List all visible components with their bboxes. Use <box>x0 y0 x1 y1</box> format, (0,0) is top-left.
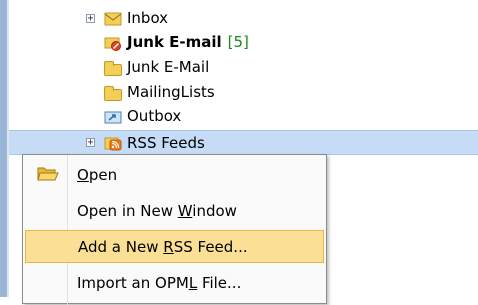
folder-icon <box>104 61 122 76</box>
access-key: O <box>77 165 89 184</box>
inbox-folder-icon <box>104 11 122 27</box>
label-text: SS Feed... <box>173 237 248 256</box>
folder-item-junk-email-2[interactable]: Junk E-Mail <box>0 55 478 80</box>
menu-item-label: Open in New Window <box>77 202 237 220</box>
folder-item-mailinglists[interactable]: MailingLists <box>0 80 478 105</box>
folder-label: Inbox <box>127 9 169 27</box>
expand-icon[interactable]: + <box>86 14 95 24</box>
menu-item-add-rss-feed[interactable]: Add a New RSS Feed... <box>25 230 324 263</box>
access-key: L <box>188 273 198 292</box>
label-text: pen <box>88 165 118 184</box>
folder-label: RSS Feeds <box>127 134 205 152</box>
folder-item-junk-email[interactable]: Junk E-mail [5] <box>0 30 478 55</box>
label-text: File... <box>197 273 242 292</box>
folder-icon <box>104 86 122 101</box>
menu-item-label: Open <box>77 166 117 184</box>
menu-item-open-new-window[interactable]: Open in New Window <box>25 194 324 227</box>
folder-label: Junk E-mail [5] <box>127 33 249 51</box>
junk-email-folder-icon <box>104 35 122 51</box>
menu-item-label: Import an OPML File... <box>77 274 241 292</box>
menu-item-import-opml[interactable]: Import an OPML File... <box>25 266 324 299</box>
open-folder-icon <box>37 164 59 184</box>
folder-item-inbox[interactable]: + Inbox <box>0 6 478 31</box>
expand-icon[interactable]: + <box>86 138 95 148</box>
folder-item-rss-feeds[interactable]: + RSS Feeds <box>9 130 478 155</box>
context-menu: Open Open in New Window Add a New RSS Fe… <box>22 154 327 305</box>
folder-pane: + Inbox Junk E-mail [5] Junk E-Mail Maili… <box>0 0 478 305</box>
rss-folder-icon <box>104 135 122 151</box>
folder-label: Junk E-Mail <box>127 58 210 76</box>
folder-label: MailingLists <box>127 83 215 101</box>
folder-item-outbox[interactable]: Outbox <box>0 104 478 129</box>
menu-item-label: Add a New RSS Feed... <box>78 238 248 256</box>
access-key: W <box>177 201 193 220</box>
access-key: R <box>163 237 174 256</box>
label-text: Add a New <box>78 237 164 256</box>
label-text: indow <box>192 201 237 220</box>
label-text: Import an OPM <box>77 273 189 292</box>
outbox-folder-icon <box>104 109 122 125</box>
unread-count: [5] <box>227 33 249 51</box>
menu-item-open[interactable]: Open <box>25 158 324 191</box>
folder-label: Outbox <box>127 107 182 125</box>
folder-name: Junk E-mail <box>127 33 222 51</box>
label-text: Open in New <box>77 201 178 220</box>
